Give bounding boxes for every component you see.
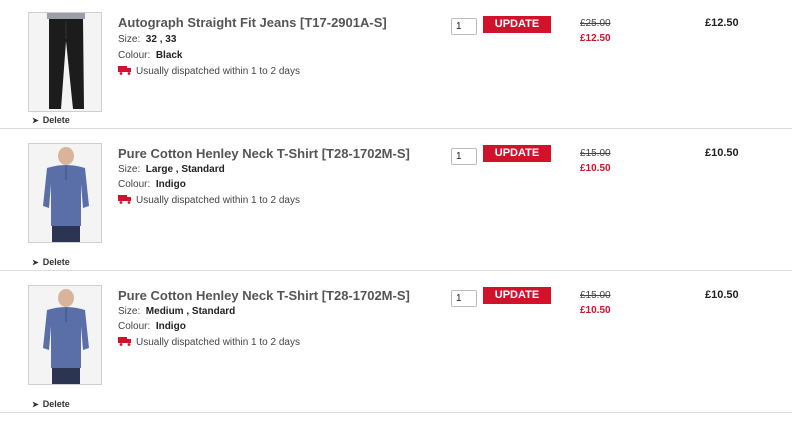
line-total: £10.50 [705, 289, 739, 301]
delivery-truck-icon [118, 195, 131, 204]
delete-link[interactable]: ➤ Delete [32, 257, 70, 267]
arrow-right-icon: ➤ [32, 400, 39, 409]
shirt-icon [29, 286, 101, 384]
update-button[interactable]: UPDATE [483, 287, 551, 304]
dispatch-info: Usually dispatched within 1 to 2 days [118, 194, 300, 206]
sale-price: £10.50 [580, 163, 611, 174]
product-image-henley[interactable] [28, 285, 102, 385]
size-value: Large , Standard [145, 164, 225, 175]
line-total: £10.50 [705, 147, 739, 159]
colour-attribute: Colour: Indigo [118, 179, 186, 190]
shirt-icon [29, 144, 101, 242]
colour-value: Indigo [155, 179, 186, 190]
delete-link[interactable]: ➤ Delete [32, 399, 70, 409]
quantity-input[interactable] [451, 148, 477, 165]
basket-item-row: ➤ Delete Pure Cotton Henley Neck T-Shirt … [0, 0, 792, 409]
size-label: Size: [118, 164, 141, 175]
dispatch-info: Usually dispatched within 1 to 2 days [118, 336, 300, 348]
colour-label: Colour: [118, 321, 151, 332]
original-price: £15.00 [580, 290, 611, 301]
size-value: Medium , Standard [145, 306, 236, 317]
quantity-input[interactable] [451, 290, 477, 307]
delete-label: Delete [42, 399, 70, 409]
dispatch-text: Usually dispatched within 1 to 2 days [136, 337, 300, 348]
delete-label: Delete [42, 257, 70, 267]
original-price: £15.00 [580, 148, 611, 159]
product-title[interactable]: Pure Cotton Henley Neck T-Shirt [T28-170… [118, 288, 410, 303]
row-divider [0, 270, 792, 271]
row-divider [0, 412, 792, 413]
update-button[interactable]: UPDATE [483, 145, 551, 162]
size-attribute: Size: Large , Standard [118, 164, 225, 175]
dispatch-text: Usually dispatched within 1 to 2 days [136, 195, 300, 206]
size-attribute: Size: Medium , Standard [118, 306, 235, 317]
product-image-henley[interactable] [28, 143, 102, 243]
colour-label: Colour: [118, 179, 151, 190]
arrow-right-icon: ➤ [32, 258, 39, 267]
colour-value: Indigo [155, 321, 186, 332]
sale-price: £10.50 [580, 305, 611, 316]
product-title[interactable]: Pure Cotton Henley Neck T-Shirt [T28-170… [118, 146, 410, 161]
size-label: Size: [118, 306, 141, 317]
delivery-truck-icon [118, 337, 131, 346]
colour-attribute: Colour: Indigo [118, 321, 186, 332]
